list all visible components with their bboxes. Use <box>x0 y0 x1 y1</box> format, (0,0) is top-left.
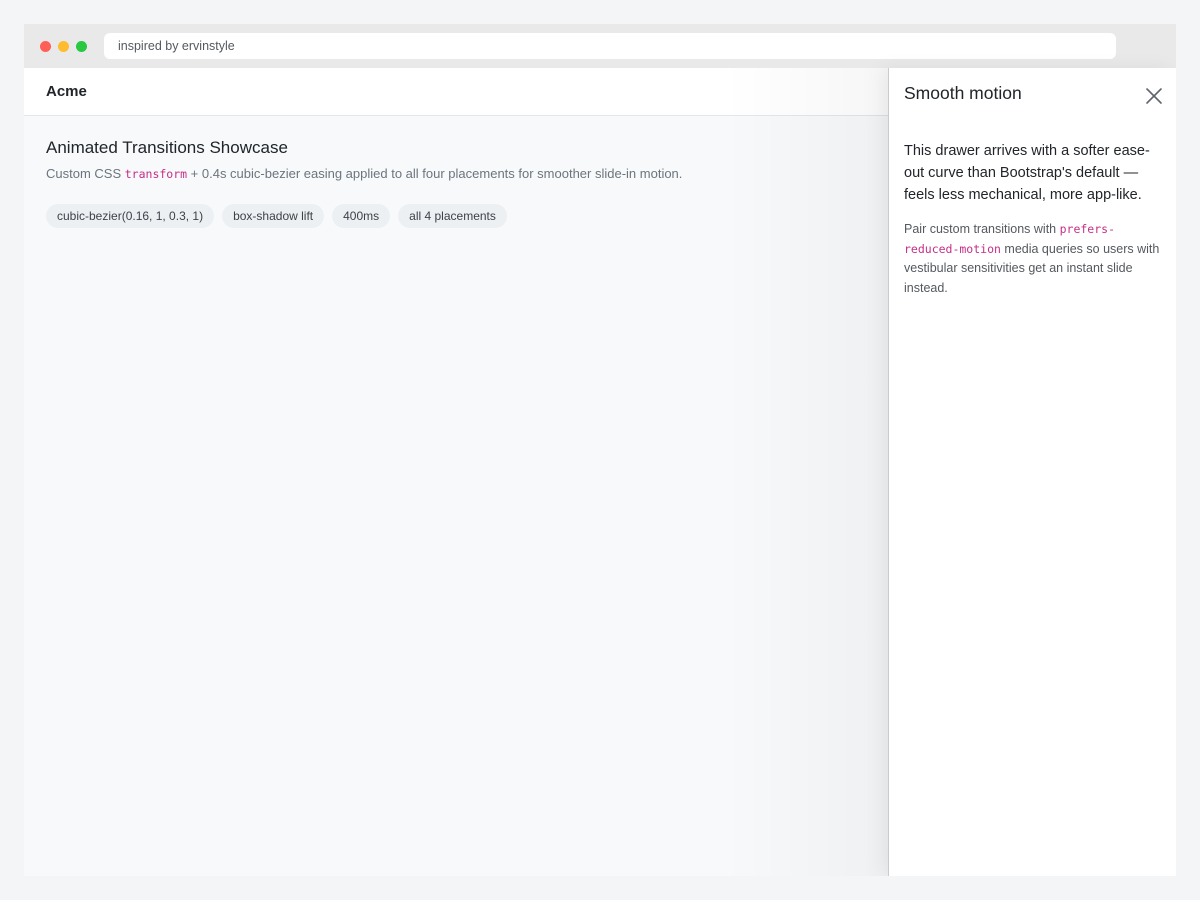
close-window-button[interactable] <box>40 41 51 52</box>
chip-easing: cubic-bezier(0.16, 1, 0.3, 1) <box>46 204 215 228</box>
drawer-title: Smooth motion <box>904 83 1022 103</box>
browser-chrome: inspired by ervinstyle <box>24 24 1176 68</box>
chip-duration: 400ms <box>332 204 391 228</box>
offcanvas-drawer: Smooth motion This drawer arrives with a… <box>888 68 1176 876</box>
minimize-window-button[interactable] <box>58 41 69 52</box>
description-text: Custom CSS <box>46 166 125 181</box>
drawer-close-button[interactable] <box>1144 86 1164 106</box>
address-bar[interactable]: inspired by ervinstyle <box>104 33 1116 59</box>
page-title: Animated Transitions Showcase <box>46 138 288 157</box>
zoom-window-button[interactable] <box>76 41 87 52</box>
feature-chips: cubic-bezier(0.16, 1, 0.3, 1) box-shadow… <box>46 204 866 228</box>
main-content: Animated Transitions Showcase Custom CSS… <box>46 136 866 228</box>
navbar-brand[interactable]: Acme <box>46 68 87 116</box>
description-code: transform <box>124 167 188 181</box>
drawer-lead-text: This drawer arrives with a softer ease-o… <box>904 143 1150 203</box>
browser-window: inspired by ervinstyle Acme Animated Tra… <box>24 24 1176 876</box>
description-text: + 0.4s cubic-bezier easing applied to al… <box>187 166 683 181</box>
drawer-note-text: Pair custom transitions with prefers-red… <box>904 220 1168 298</box>
note-text: Pair custom transitions with <box>904 222 1060 236</box>
chip-shadow: box-shadow lift <box>222 204 325 228</box>
chip-placements: all 4 placements <box>398 204 507 228</box>
page-description: Custom CSS transform + 0.4s cubic-bezier… <box>46 164 866 184</box>
close-icon <box>1146 88 1162 104</box>
